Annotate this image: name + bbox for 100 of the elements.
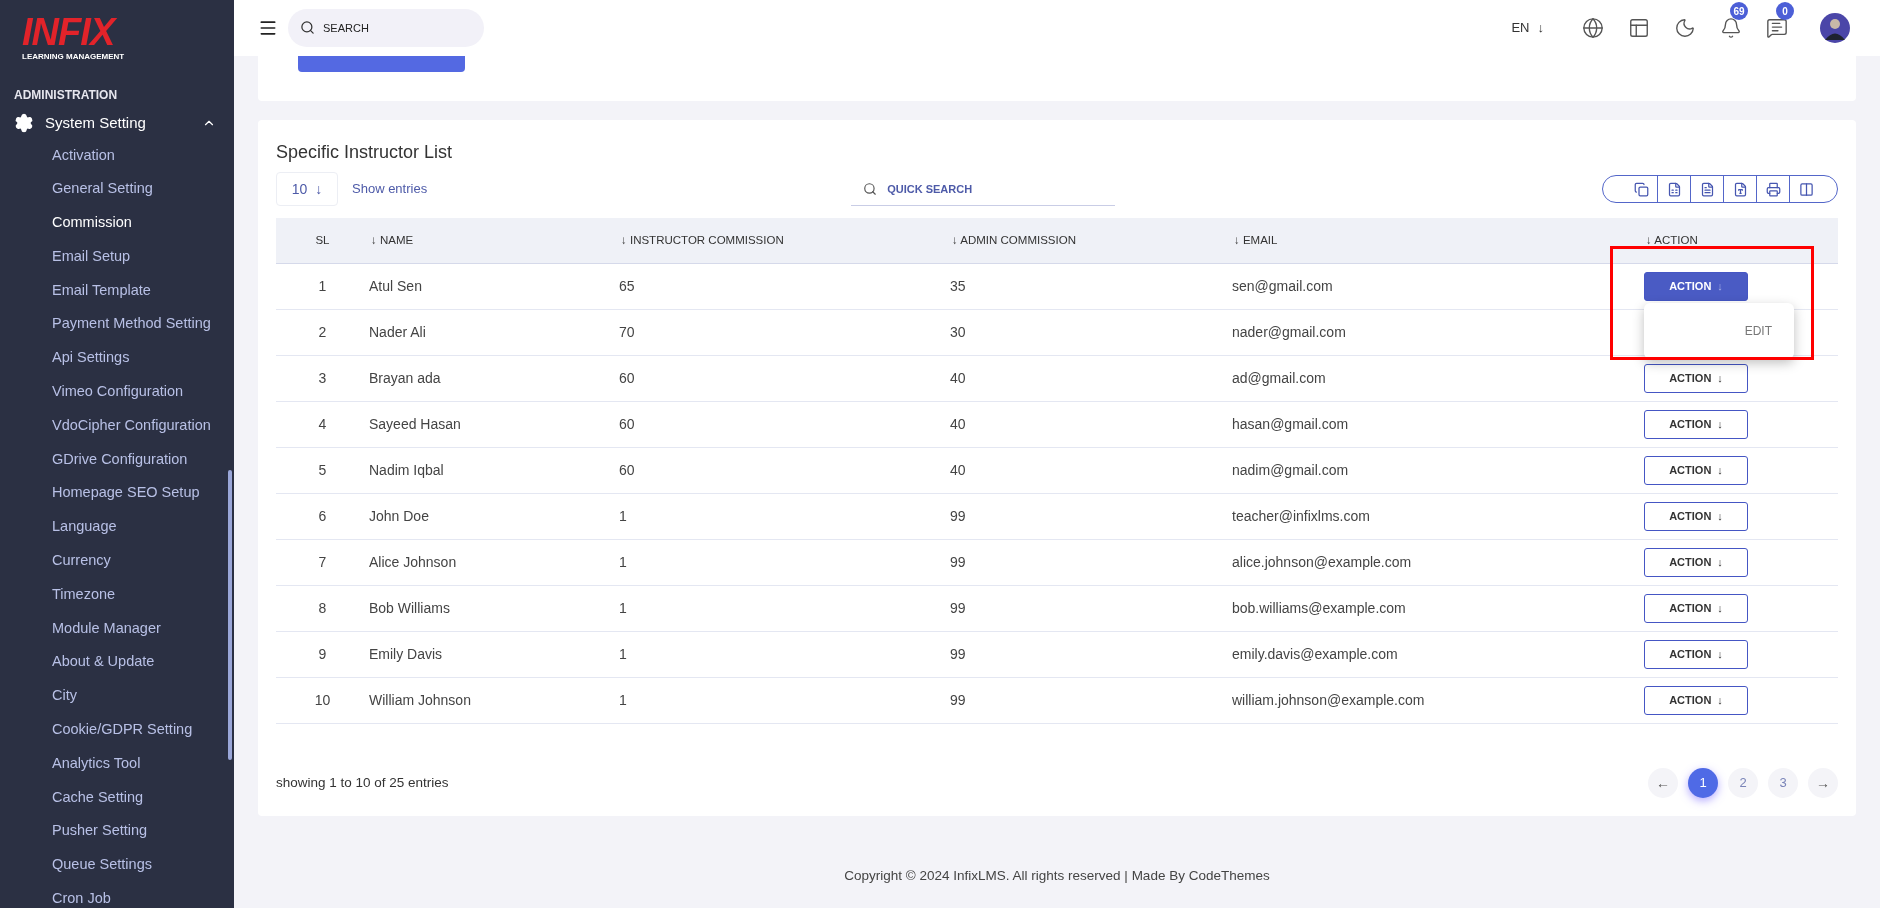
table-cell-text: Brayan ada (369, 369, 442, 388)
notification-badge: 69 (1730, 2, 1748, 20)
sidebar-item[interactable]: GDrive Configuration (0, 442, 234, 477)
avatar[interactable] (1820, 13, 1850, 43)
scrollbar[interactable] (228, 470, 232, 760)
text-file-icon (1699, 181, 1715, 197)
table-cell-text: Emily Davis (369, 645, 444, 664)
logo-title: INFIX (22, 12, 118, 52)
sidebar-item[interactable]: Api Settings (0, 341, 234, 376)
sidebar-item[interactable]: Payment Method Setting (0, 307, 234, 342)
bell-icon[interactable] (1720, 17, 1742, 39)
sidebar-item[interactable]: Module Manager (0, 611, 234, 646)
table-cell-text: emily.davis@example.com (1232, 645, 1399, 664)
sidebar-item[interactable]: Timezone (0, 577, 234, 612)
action-button[interactable]: ACTION ↓ (1644, 272, 1748, 301)
table-cell-text: 99 (950, 645, 967, 664)
table-cell-text: 40 (950, 369, 967, 388)
language-selector[interactable]: EN ↓ (1511, 18, 1544, 38)
table-cell-text: 99 (950, 599, 967, 618)
column-header[interactable]: ↓ NAME (369, 231, 619, 250)
action-button[interactable]: ACTION ↓ (1644, 456, 1748, 485)
spreadsheet-file-icon (1666, 181, 1682, 197)
search-field[interactable]: SEARCH (288, 9, 484, 47)
dropdown-item[interactable]: EDIT (1744, 322, 1772, 340)
page-button[interactable]: 1 (1688, 768, 1718, 798)
action-button[interactable]: ACTION ↓ (1644, 640, 1748, 669)
sidebar-item[interactable]: Email Template (0, 273, 234, 308)
gears-icon (14, 113, 34, 134)
section-heading: ADMINISTRATION (13, 87, 119, 104)
table-cell-text: 30 (950, 323, 967, 342)
table-cell-text: 5 (317, 461, 328, 480)
column-header[interactable]: ↓ ACTION (1644, 231, 1838, 250)
menu-icon[interactable] (258, 18, 278, 38)
menu-group[interactable]: System Setting (0, 112, 234, 135)
message-badge: 0 (1776, 2, 1794, 20)
table-cell-text: sen@gmail.com (1232, 277, 1334, 296)
table-cell-text: William Johnson (369, 691, 472, 710)
table-cell-text: 40 (950, 415, 967, 434)
table-cell-text: Bob Williams (369, 599, 451, 618)
table-cell-text: 10 (313, 691, 332, 710)
globe-icon[interactable] (1582, 17, 1604, 39)
table-cell-text: william.johnson@example.com (1232, 691, 1426, 710)
table-cell-text: ad@gmail.com (1232, 369, 1327, 388)
table-cell-text: Nadim Iqbal (369, 461, 445, 480)
sidebar-item[interactable]: Cache Setting (0, 780, 234, 815)
table-cell-text: nadim@gmail.com (1232, 461, 1350, 480)
sidebar-item[interactable]: Homepage SEO Setup (0, 476, 234, 511)
action-button[interactable]: ACTION ↓ (1644, 594, 1748, 623)
table-cell-text: 1 (619, 691, 628, 710)
columns-icon (1799, 181, 1814, 197)
quick-search-field[interactable]: QUICK SEARCH (851, 172, 1116, 206)
copy-icon (1633, 181, 1649, 197)
action-button[interactable]: ACTION ↓ (1644, 410, 1748, 439)
sidebar-item[interactable]: Cookie/GDPR Setting (0, 713, 234, 747)
table-cell-text: 70 (619, 323, 636, 342)
page-size-select[interactable]: 10 ↓ (276, 172, 338, 206)
previous-page-button[interactable]: ← (1648, 768, 1678, 798)
sidebar-item[interactable]: Email Setup (0, 239, 234, 274)
layout-icon[interactable] (1628, 17, 1650, 39)
table-cell-text: hasan@gmail.com (1232, 415, 1350, 434)
action-button[interactable]: ACTION ↓ (1644, 364, 1748, 393)
table-cell-text: 99 (950, 553, 967, 572)
sidebar-item[interactable]: About & Update (0, 645, 234, 680)
table-cell-text: 1 (619, 553, 628, 572)
column-header[interactable]: ↓ INSTRUCTOR COMMISSION (619, 231, 950, 250)
action-button[interactable]: ACTION ↓ (1644, 686, 1748, 715)
document-file-icon (1732, 181, 1748, 197)
table-cell-text: 4 (317, 415, 328, 434)
sidebar-item[interactable]: Cron Job (0, 882, 234, 908)
table-cell-text: 65 (619, 277, 636, 296)
next-page-button[interactable]: → (1808, 768, 1838, 798)
chat-icon[interactable] (1766, 17, 1788, 39)
sidebar-item[interactable]: Analytics Tool (0, 746, 234, 781)
entries-summary: showing 1 to 10 of 25 entries (276, 773, 449, 792)
moon-icon[interactable] (1674, 17, 1696, 39)
sidebar-item[interactable]: Language (0, 510, 234, 545)
sidebar-item[interactable]: Currency (0, 544, 234, 578)
sidebar-item[interactable]: VdoCipher Configuration (0, 408, 234, 443)
table-cell-text: 60 (619, 369, 636, 388)
sidebar-item[interactable]: Pusher Setting (0, 814, 234, 849)
column-header[interactable]: ↓ EMAIL (1232, 231, 1644, 250)
sidebar-item[interactable]: City (0, 679, 234, 714)
column-header[interactable]: SL (276, 231, 369, 250)
column-header[interactable]: ↓ ADMIN COMMISSION (950, 231, 1232, 250)
logo-subtitle: LEARNING MANAGEMENT (22, 52, 126, 62)
sidebar-item[interactable]: Vimeo Configuration (0, 375, 234, 409)
table-cell-text: 35 (950, 277, 967, 296)
printer-icon (1765, 181, 1781, 197)
action-button[interactable]: ACTION ↓ (1644, 548, 1748, 577)
table-cell-text: 3 (317, 369, 328, 388)
table-cell-text: 60 (619, 415, 636, 434)
sidebar-item[interactable]: General Setting (0, 172, 234, 207)
sidebar-item[interactable]: Commission (0, 206, 234, 240)
action-button[interactable]: ACTION ↓ (1644, 502, 1748, 531)
table-cell-text: teacher@infixlms.com (1232, 507, 1371, 526)
sidebar-item[interactable]: Queue Settings (0, 848, 234, 883)
table-cell-text: 9 (317, 645, 328, 664)
sidebar-item[interactable]: Activation (0, 138, 234, 173)
table-cell-text: 8 (317, 599, 328, 618)
table-cell-text: 99 (950, 691, 967, 710)
